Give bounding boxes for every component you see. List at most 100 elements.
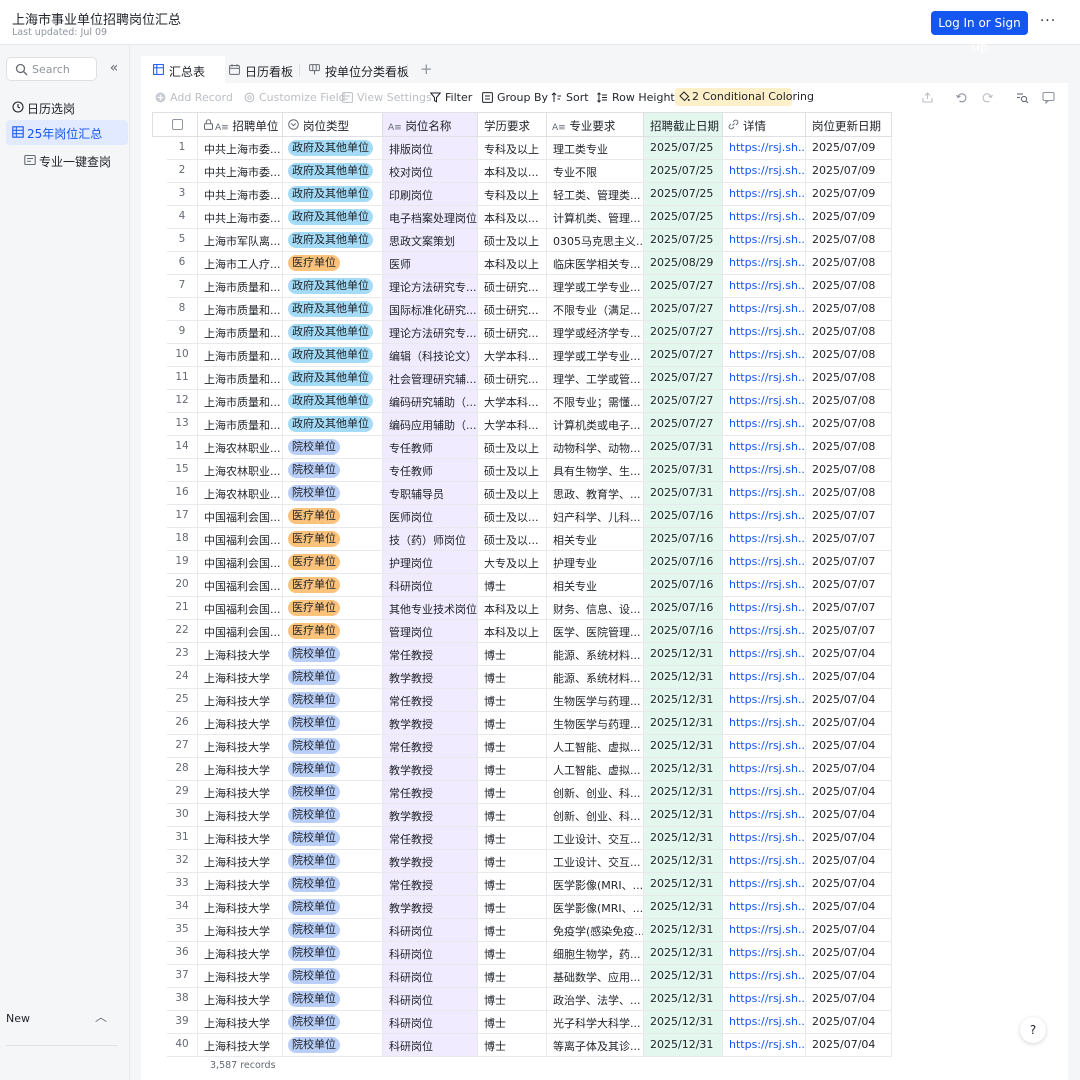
cell-detail-link[interactable]: https://rsj.sh.... xyxy=(723,367,806,390)
cell-detail-link[interactable]: https://rsj.sh.... xyxy=(723,206,806,229)
cell-detail-link[interactable]: https://rsj.sh.... xyxy=(723,689,806,712)
table-row[interactable]: 12 上海市质量和... 政府及其他单位 编码研究辅助（... 大学本科... 不限专业；… xyxy=(152,390,892,413)
cell-detail-link[interactable]: https://rsj.sh.... xyxy=(723,597,806,620)
col-header-type[interactable]: 岗位类型 xyxy=(283,112,383,137)
redo-icon[interactable] xyxy=(981,91,994,104)
sidebar-item-calendar[interactable]: 日历选岗 xyxy=(6,95,128,120)
table-row[interactable]: 4 中共上海市委... 政府及其他单位 电子档案处理岗位 本科及以... 计算机类、管理.… xyxy=(152,206,892,229)
table-row[interactable]: 16 上海农林职业... 院校单位 专职辅导员 硕士及以上 思政、教育学、... 2025/… xyxy=(152,482,892,505)
table-row[interactable]: 35 上海科技大学 院校单位 科研岗位 博士 免疫学(感染免疫... 2025/12/31 h… xyxy=(152,919,892,942)
table-row[interactable]: 40 上海科技大学 院校单位 科研岗位 博士 等离子体及其诊... 2025/12/31 ht… xyxy=(152,1034,892,1057)
table-row[interactable]: 18 中国福利会国... 医疗单位 技（药）师岗位 硕士及以... 相关专业 2025/07… xyxy=(152,528,892,551)
cell-detail-link[interactable]: https://rsj.sh.... xyxy=(723,321,806,344)
table-row[interactable]: 25 上海科技大学 院校单位 常任教授 博士 生物医学与药理... 2025/12/31 ht… xyxy=(152,689,892,712)
cell-detail-link[interactable]: https://rsj.sh.... xyxy=(723,252,806,275)
table-row[interactable]: 15 上海农林职业... 院校单位 专任教师 硕士及以上 具有生物学、生... 2025/0… xyxy=(152,459,892,482)
cell-detail-link[interactable]: https://rsj.sh.... xyxy=(723,413,806,436)
cell-detail-link[interactable]: https://rsj.sh.... xyxy=(723,919,806,942)
table-row[interactable]: 9 上海市质量和... 政府及其他单位 理论方法研究专... 硕士研究... 理学或经济学… xyxy=(152,321,892,344)
cell-detail-link[interactable]: https://rsj.sh.... xyxy=(723,942,806,965)
cell-detail-link[interactable]: https://rsj.sh.... xyxy=(723,896,806,919)
table-row[interactable]: 38 上海科技大学 院校单位 科研岗位 博士 政治学、法学、... 2025/12/31 ht… xyxy=(152,988,892,1011)
cell-detail-link[interactable]: https://rsj.sh.... xyxy=(723,275,806,298)
tab-calendar-board[interactable]: 日历看板 xyxy=(229,56,301,83)
cell-detail-link[interactable]: https://rsj.sh.... xyxy=(723,988,806,1011)
share-icon[interactable] xyxy=(921,91,934,104)
undo-icon[interactable] xyxy=(955,91,968,104)
table-row[interactable]: 32 上海科技大学 院校单位 教学教授 博士 工业设计、交互... 2025/12/31 ht… xyxy=(152,850,892,873)
table-row[interactable]: 23 上海科技大学 院校单位 常任教授 博士 能源、系统材料... 2025/12/31 ht… xyxy=(152,643,892,666)
more-options-icon[interactable]: ··· xyxy=(1038,12,1058,32)
table-row[interactable]: 34 上海科技大学 院校单位 教学教授 博士 医学影像(MRI、... 2025/12/31… xyxy=(152,896,892,919)
cell-detail-link[interactable]: https://rsj.sh.... xyxy=(723,436,806,459)
col-header-unit[interactable]: A≡ 招聘单位 xyxy=(198,112,283,137)
cell-detail-link[interactable]: https://rsj.sh.... xyxy=(723,965,806,988)
collapse-sidebar-icon[interactable]: « xyxy=(106,61,122,77)
cell-detail-link[interactable]: https://rsj.sh.... xyxy=(723,873,806,896)
table-row[interactable]: 24 上海科技大学 院校单位 教学教授 博士 能源、系统材料... 2025/12/31 ht… xyxy=(152,666,892,689)
col-header-edu[interactable]: 学历要求 xyxy=(478,112,547,137)
table-row[interactable]: 2 中共上海市委... 政府及其他单位 校对岗位 本科及以... 专业不限 2025/07/… xyxy=(152,160,892,183)
cell-detail-link[interactable]: https://rsj.sh.... xyxy=(723,528,806,551)
cell-detail-link[interactable]: https://rsj.sh.... xyxy=(723,505,806,528)
find-icon[interactable] xyxy=(1016,91,1029,104)
cell-detail-link[interactable]: https://rsj.sh.... xyxy=(723,643,806,666)
cell-detail-link[interactable]: https://rsj.sh.... xyxy=(723,459,806,482)
cell-detail-link[interactable]: https://rsj.sh.... xyxy=(723,804,806,827)
search-input[interactable]: Search xyxy=(6,57,97,81)
cell-detail-link[interactable]: https://rsj.sh.... xyxy=(723,758,806,781)
cell-detail-link[interactable]: https://rsj.sh.... xyxy=(723,482,806,505)
table-row[interactable]: 5 上海市军队离... 政府及其他单位 思政文案策划 硕士及以上 0305马克思主义...… xyxy=(152,229,892,252)
new-button[interactable]: New xyxy=(6,1012,30,1025)
table-row[interactable]: 36 上海科技大学 院校单位 科研岗位 博士 细胞生物学，药... 2025/12/31 ht… xyxy=(152,942,892,965)
table-row[interactable]: 3 中共上海市委... 政府及其他单位 印刷岗位 专科及以上 轻工类、管理类... 2025… xyxy=(152,183,892,206)
table-row[interactable]: 17 中国福利会国... 医疗单位 医师岗位 硕士及以... 妇产科学、儿科... 2025… xyxy=(152,505,892,528)
table-row[interactable]: 19 中国福利会国... 医疗单位 护理岗位 大专及以上 护理专业 2025/07/16 ht… xyxy=(152,551,892,574)
table-row[interactable]: 1 中共上海市委... 政府及其他单位 排版岗位 专科及以上 理工类专业 2025/07/2… xyxy=(152,137,892,160)
table-row[interactable]: 28 上海科技大学 院校单位 教学教授 博士 人工智能、虚拟... 2025/12/31 ht… xyxy=(152,758,892,781)
table-row[interactable]: 21 中国福利会国... 医疗单位 其他专业技术岗位 本科及以上 财务、信息、设... 20… xyxy=(152,597,892,620)
col-header-link[interactable]: 详情 xyxy=(723,112,806,137)
checkbox[interactable] xyxy=(172,119,183,130)
add-view-button[interactable]: + xyxy=(420,60,433,78)
table-row[interactable]: 11 上海市质量和... 政府及其他单位 社会管理研究辅... 硕士研究... 理学、工学… xyxy=(152,367,892,390)
col-header-name[interactable]: A≡ 岗位名称 xyxy=(383,112,478,137)
table-row[interactable]: 39 上海科技大学 院校单位 科研岗位 博士 光子科学大科学... 2025/12/31 ht… xyxy=(152,1011,892,1034)
tab-unit-kanban[interactable]: 按单位分类看板 xyxy=(309,56,409,83)
cell-detail-link[interactable]: https://rsj.sh.... xyxy=(723,850,806,873)
conditional-coloring-button[interactable]: 2 Conditional Coloring xyxy=(675,88,814,106)
table-row[interactable]: 8 上海市质量和... 政府及其他单位 国际标准化研究... 硕士研究... 不限专业（满… xyxy=(152,298,892,321)
table-row[interactable]: 22 中国福利会国... 医疗单位 管理岗位 本科及以上 医学、医院管理... 2025/0… xyxy=(152,620,892,643)
tab-summary[interactable]: 汇总表 xyxy=(141,56,225,83)
cell-detail-link[interactable]: https://rsj.sh.... xyxy=(723,827,806,850)
table-row[interactable]: 14 上海农林职业... 院校单位 专任教师 硕士及以上 动物科学、动物... 2025/0… xyxy=(152,436,892,459)
help-icon[interactable]: ? xyxy=(1020,1017,1046,1043)
chevron-up-icon[interactable]: ︿ xyxy=(95,1008,107,1025)
sidebar-item-summary[interactable]: 25年岗位汇总 xyxy=(6,120,128,145)
login-signup-button[interactable]: Log In or Sign Up xyxy=(931,11,1028,54)
cell-detail-link[interactable]: https://rsj.sh.... xyxy=(723,666,806,689)
col-header-updated[interactable]: 岗位更新日期 xyxy=(806,112,892,137)
table-row[interactable]: 13 上海市质量和... 政府及其他单位 编码应用辅助（... 大学本科... 计算机类或… xyxy=(152,413,892,436)
table-row[interactable]: 37 上海科技大学 院校单位 科研岗位 博士 基础数学、应用... 2025/12/31 ht… xyxy=(152,965,892,988)
table-row[interactable]: 29 上海科技大学 院校单位 常任教授 博士 创新、创业、科... 2025/12/31 ht… xyxy=(152,781,892,804)
table-row[interactable]: 33 上海科技大学 院校单位 常任教授 博士 医学影像(MRI、... 2025/12/31… xyxy=(152,873,892,896)
cell-detail-link[interactable]: https://rsj.sh.... xyxy=(723,344,806,367)
table-row[interactable]: 30 上海科技大学 院校单位 教学教授 博士 创新、创业、科... 2025/12/31 ht… xyxy=(152,804,892,827)
sidebar-item-major-search[interactable]: 专业一键查岗 xyxy=(6,148,128,173)
cell-detail-link[interactable]: https://rsj.sh.... xyxy=(723,1011,806,1034)
table-row[interactable]: 31 上海科技大学 院校单位 常任教授 博士 工业设计、交互... 2025/12/31 ht… xyxy=(152,827,892,850)
cell-detail-link[interactable]: https://rsj.sh.... xyxy=(723,712,806,735)
table-row[interactable]: 10 上海市质量和... 政府及其他单位 编辑（科技论文） 大学本科... 理学或工学专业… xyxy=(152,344,892,367)
table-row[interactable]: 7 上海市质量和... 政府及其他单位 理论方法研究专... 硕士研究... 理学或工学专… xyxy=(152,275,892,298)
cell-detail-link[interactable]: https://rsj.sh.... xyxy=(723,574,806,597)
col-header-major[interactable]: A≡ 专业要求 xyxy=(547,112,644,137)
cell-detail-link[interactable]: https://rsj.sh.... xyxy=(723,551,806,574)
comment-icon[interactable] xyxy=(1042,91,1055,104)
cell-detail-link[interactable]: https://rsj.sh.... xyxy=(723,620,806,643)
cell-detail-link[interactable]: https://rsj.sh.... xyxy=(723,1034,806,1057)
table-row[interactable]: 20 中国福利会国... 医疗单位 科研岗位 博士 相关专业 2025/07/16 https… xyxy=(152,574,892,597)
cell-detail-link[interactable]: https://rsj.sh.... xyxy=(723,229,806,252)
cell-detail-link[interactable]: https://rsj.sh.... xyxy=(723,390,806,413)
cell-detail-link[interactable]: https://rsj.sh.... xyxy=(723,183,806,206)
